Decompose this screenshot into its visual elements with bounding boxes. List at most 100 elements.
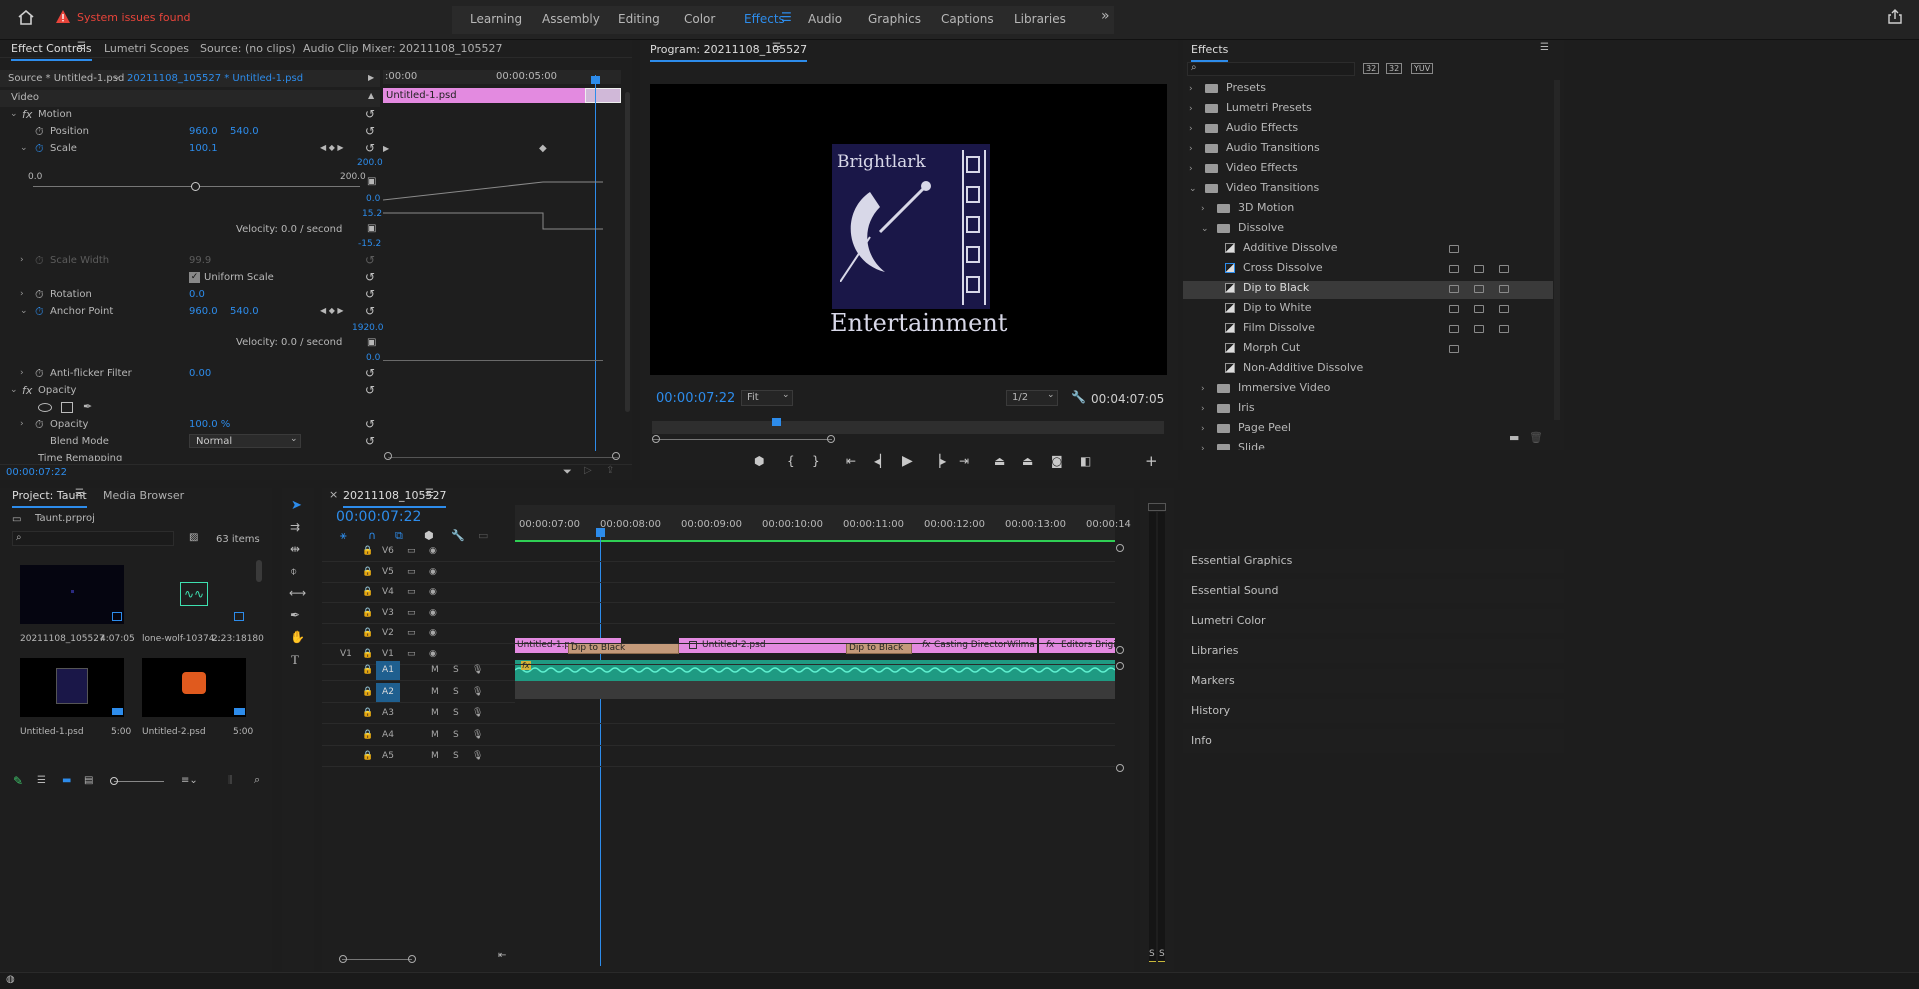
mic-icon[interactable]: 🎙	[472, 751, 483, 761]
play-clip-icon[interactable]: ▶	[368, 73, 374, 82]
panel-menu-icon[interactable]: ☰	[77, 41, 86, 52]
effect-item-cross-dissolve[interactable]: Cross Dissolve	[1183, 261, 1553, 279]
scale-graph[interactable]	[383, 175, 603, 235]
eye-icon[interactable]: ◉	[429, 546, 437, 556]
sync-lock-icon[interactable]: ▭	[407, 628, 416, 638]
snap-icon[interactable]: ∩	[368, 529, 376, 542]
linked-selection-icon[interactable]: ⧉	[395, 529, 403, 543]
ec-scrollbar[interactable]	[625, 92, 630, 412]
chevron-right-icon[interactable]: ›	[1201, 404, 1217, 414]
project-search-input[interactable]: ⌕	[12, 531, 174, 546]
panel-markers[interactable]: Markers	[1183, 669, 1564, 693]
icon-view-icon[interactable]: ▬	[62, 775, 71, 786]
effect-item-dip-to-white[interactable]: Dip to White	[1183, 301, 1553, 319]
stopwatch-icon[interactable]: ⏱	[35, 305, 44, 319]
nest-icon[interactable]: ⚹	[340, 529, 347, 543]
thumb-size-slider[interactable]	[114, 781, 164, 782]
resolution-select[interactable]: 1/2 ⌄	[1006, 390, 1058, 406]
effect-item-film-dissolve[interactable]: Film Dissolve	[1183, 321, 1553, 339]
ripple-edit-icon[interactable]: ⇹	[290, 542, 300, 556]
stopwatch-icon[interactable]: ⏱	[35, 125, 44, 139]
workspace-audio[interactable]: Audio	[808, 12, 842, 26]
chevron-down-icon[interactable]: ⌄	[10, 109, 18, 119]
reset-icon[interactable]: ↺	[365, 287, 375, 301]
chevron-down-icon[interactable]: ⌄	[113, 72, 121, 82]
chevron-right-icon[interactable]: ›	[1201, 444, 1217, 450]
mic-icon[interactable]: 🎙	[472, 687, 483, 697]
workspace-assembly[interactable]: Assembly	[542, 12, 600, 26]
hand-icon[interactable]: ✋	[290, 630, 305, 644]
wrench-icon[interactable]: 🔧	[1071, 390, 1086, 404]
mark-in-icon[interactable]: {	[787, 454, 795, 468]
stopwatch-icon[interactable]: ⏱	[35, 288, 44, 302]
reset-icon[interactable]: ↺	[365, 434, 375, 448]
chevron-down-icon[interactable]: ⌄	[1201, 224, 1217, 234]
share-icon[interactable]	[1888, 9, 1902, 24]
stopwatch-icon[interactable]: ⏱	[35, 142, 44, 156]
track-lane-v2[interactable]	[515, 624, 1115, 644]
eye-icon[interactable]: ◉	[429, 587, 437, 597]
sync-lock-icon[interactable]: ▭	[407, 608, 416, 618]
position-y[interactable]: 540.0	[230, 126, 259, 137]
effects-folder-slide[interactable]: › Slide	[1201, 441, 1265, 450]
panel-info[interactable]: Info	[1183, 729, 1564, 753]
delete-icon[interactable]: 🗑	[1529, 431, 1543, 444]
tab-source[interactable]: Source: (no clips)	[200, 42, 296, 55]
program-zoom-bar[interactable]	[652, 439, 832, 440]
lock-icon[interactable]: 🔒	[362, 587, 373, 597]
reset-icon[interactable]: ↺	[365, 383, 375, 397]
automate-icon[interactable]: ⫼	[228, 775, 233, 786]
step-back-icon[interactable]: ◂▏	[874, 454, 889, 468]
workspace-menu-icon[interactable]: ☰	[781, 10, 792, 24]
effect-item-non-additive-dissolve[interactable]: Non-Additive Dissolve	[1183, 361, 1553, 379]
sort-icon[interactable]: ≡⌄	[181, 775, 198, 786]
audio-track-a2-lane[interactable]	[515, 681, 1115, 699]
freeform-view-icon[interactable]: ▤	[84, 775, 93, 786]
chevron-right-icon[interactable]: ›	[1189, 144, 1205, 154]
zoom-select[interactable]: Fit ⌄	[741, 390, 793, 406]
mute-button[interactable]: M	[431, 730, 439, 740]
track-label[interactable]: A5	[376, 747, 400, 766]
position-x[interactable]: 960.0	[189, 126, 218, 137]
lift-icon[interactable]: ⏏	[994, 454, 1005, 468]
thumb-untitled-1[interactable]	[20, 658, 124, 717]
sync-lock-icon[interactable]: ▭	[407, 587, 416, 597]
track-label[interactable]: A4	[376, 726, 400, 745]
lock-icon[interactable]: 🔒	[362, 649, 373, 659]
graph-icon[interactable]: ▣	[367, 176, 376, 187]
solo-button[interactable]: S	[453, 730, 459, 740]
effects-folder-lumetri-presets[interactable]: › Lumetri Presets	[1189, 101, 1312, 119]
step-forward-icon[interactable]: ▕▸	[931, 454, 946, 468]
more-workspaces-icon[interactable]: »	[1101, 8, 1110, 24]
chevron-right-icon[interactable]: ›	[1189, 164, 1205, 174]
panel-history[interactable]: History	[1183, 699, 1564, 723]
panel-menu-icon[interactable]: ☰	[772, 42, 781, 53]
panel-essential-graphics[interactable]: Essential Graphics	[1183, 549, 1564, 573]
slip-icon[interactable]: ⟷	[289, 586, 306, 600]
reset-icon[interactable]: ↺	[365, 124, 375, 138]
mic-icon[interactable]: 🎙	[472, 708, 483, 718]
chevron-right-icon[interactable]: ›	[1189, 124, 1205, 134]
track-label[interactable]: A1	[376, 661, 400, 680]
timeline-zoom-bar[interactable]	[342, 959, 412, 960]
prev-keyframe-icon[interactable]: ◀ ◆ ▶	[320, 143, 344, 152]
lock-icon[interactable]: 🔒	[362, 628, 373, 638]
effects-folder-audio-effects[interactable]: › Audio Effects	[1189, 121, 1298, 139]
scale-value[interactable]: 100.1	[189, 143, 218, 154]
effects-folder-immersive-video[interactable]: › Immersive Video	[1201, 381, 1330, 399]
track-select-icon[interactable]: ⇉	[290, 520, 300, 534]
tab-media-browser[interactable]: Media Browser	[103, 489, 184, 502]
solo-button[interactable]: S	[453, 708, 459, 718]
list-view-icon[interactable]: ☰	[37, 775, 46, 786]
thumb-audio[interactable]: ∿∿	[142, 565, 246, 624]
panel-menu-icon[interactable]: ☰	[1540, 42, 1549, 53]
ec-clip[interactable]: Untitled-1.psd	[383, 88, 585, 103]
lock-icon[interactable]: 🔒	[362, 546, 373, 556]
lock-icon[interactable]: 🔒	[362, 608, 373, 618]
reset-icon[interactable]: ↺	[365, 366, 375, 380]
fx-icon[interactable]: fx	[22, 384, 32, 397]
new-search-bin-icon[interactable]: ▨	[189, 532, 198, 543]
keyframe-icon[interactable]: ◆	[539, 143, 547, 154]
effects-folder-video-transitions[interactable]: ⌄ Video Transitions	[1189, 181, 1319, 199]
ec-playhead[interactable]	[595, 75, 596, 451]
